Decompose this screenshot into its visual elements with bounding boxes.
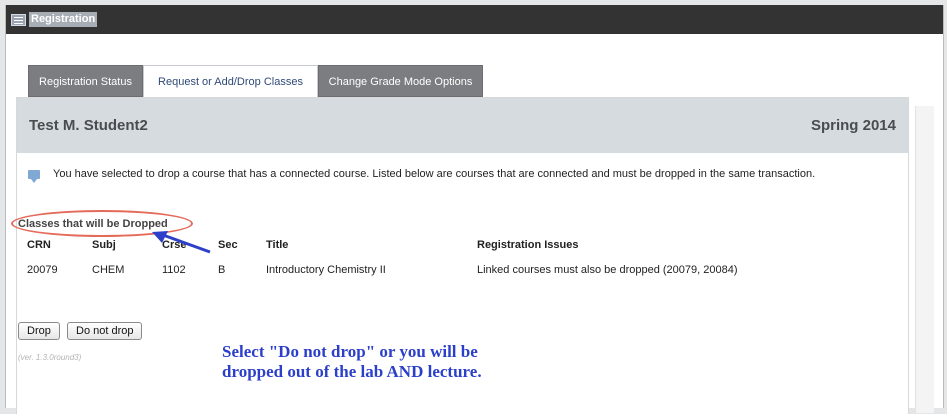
scrollbar[interactable] xyxy=(915,106,934,413)
column-header-crn: CRN xyxy=(27,239,51,251)
version-label: (ver. 1.3.0round3) xyxy=(18,353,82,362)
annotation-line-1: Select "Do not drop" or you will be xyxy=(222,342,478,361)
cell-crse: 1102 xyxy=(162,264,186,276)
tab-registration-status[interactable]: Registration Status xyxy=(28,65,143,97)
term-label: Spring 2014 xyxy=(810,117,896,134)
cell-registration-issues: Linked courses must also be dropped (200… xyxy=(477,264,738,276)
speech-bubble-icon xyxy=(28,170,40,183)
cell-subj: CHEM xyxy=(92,264,125,276)
registration-icon xyxy=(11,14,26,26)
do-not-drop-button[interactable]: Do not drop xyxy=(67,322,143,340)
window-title: Registration xyxy=(29,12,98,27)
tab-change-grade-mode-options[interactable]: Change Grade Mode Options xyxy=(318,65,483,97)
instruction-annotation: Select "Do not drop" or you will be drop… xyxy=(222,342,542,382)
drop-button[interactable]: Drop xyxy=(18,322,60,340)
column-header-subj: Subj xyxy=(92,239,116,251)
cell-sec: B xyxy=(218,264,226,276)
column-header-title: Title xyxy=(266,239,289,251)
column-header-sec: Sec xyxy=(218,239,238,251)
student-header: Test M. Student2 Spring 2014 xyxy=(17,98,908,153)
window-titlebar: Registration xyxy=(6,5,943,34)
cell-crn: 20079 xyxy=(27,264,58,276)
column-header-registration-issues: Registration Issues xyxy=(477,239,579,251)
student-name: Test M. Student2 xyxy=(29,117,148,134)
annotation-line-2: dropped out of the lab AND lecture. xyxy=(222,362,482,381)
notice-message: You have selected to drop a course that … xyxy=(53,168,816,180)
cell-title: Introductory Chemistry II xyxy=(266,264,386,276)
annotation-arrow xyxy=(152,231,211,254)
tab-request-add-drop-classes[interactable]: Request or Add/Drop Classes xyxy=(143,65,318,98)
